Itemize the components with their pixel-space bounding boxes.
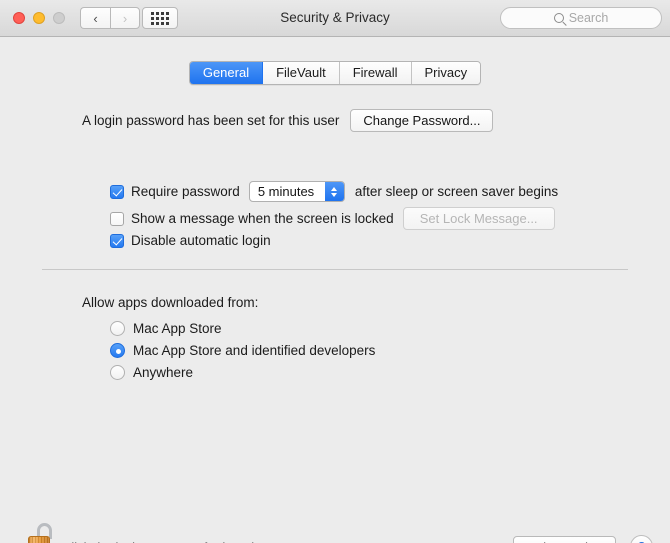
login-password-status: A login password has been set for this u… <box>82 113 340 128</box>
unlocked-padlock-icon[interactable] <box>26 523 56 543</box>
lock-message-label: Show a message when the screen is locked <box>131 211 394 226</box>
stepper-arrows-icon[interactable] <box>324 182 344 201</box>
tab-filevault[interactable]: FileVault <box>263 62 340 84</box>
tab-general[interactable]: General <box>189 62 264 84</box>
set-lock-message-button[interactable]: Set Lock Message... <box>402 207 555 230</box>
disable-automatic-login-checkbox[interactable] <box>110 233 124 248</box>
tab-privacy[interactable]: Privacy <box>411 62 481 84</box>
radio-label-anywhere: Anywhere <box>133 365 194 380</box>
radio-identified-developers[interactable] <box>110 343 125 358</box>
radio-label-identified-developers: Mac App Store and identified developers <box>133 343 376 358</box>
require-password-checkbox[interactable] <box>110 184 124 199</box>
section-divider <box>42 269 628 270</box>
disable-automatic-login-label: Disable automatic login <box>131 233 271 248</box>
search-placeholder: Search <box>568 11 609 25</box>
gatekeeper-option-mac-app-store[interactable]: Mac App Store <box>110 321 222 336</box>
radio-mac-app-store[interactable] <box>110 321 125 336</box>
require-password-delay-stepper[interactable]: 5 minutes <box>248 181 345 202</box>
tab-firewall[interactable]: Firewall <box>339 62 412 84</box>
preference-pane-content: General FileVault Firewall Privacy A log… <box>0 37 670 543</box>
disable-automatic-login-row: Disable automatic login <box>110 233 271 248</box>
require-password-delay-value: 5 minutes <box>257 184 315 199</box>
advanced-button[interactable]: Advanced... <box>513 536 616 543</box>
search-field[interactable]: Search <box>500 7 662 29</box>
change-password-button[interactable]: Change Password... <box>350 109 494 132</box>
require-password-row: Require password 5 minutes after sleep o… <box>110 181 558 202</box>
gatekeeper-option-anywhere[interactable]: Anywhere <box>110 365 193 380</box>
help-button[interactable]: ? <box>630 535 653 543</box>
lock-message-row: Show a message when the screen is locked… <box>110 207 555 230</box>
gatekeeper-section-label: Allow apps downloaded from: <box>82 295 259 310</box>
search-icon <box>553 13 564 23</box>
lock-message-checkbox[interactable] <box>110 211 124 226</box>
gatekeeper-option-identified-developers[interactable]: Mac App Store and identified developers <box>110 343 375 358</box>
title-bar: ‹ › Security & Privacy Search <box>0 0 670 37</box>
require-password-suffix: after sleep or screen saver begins <box>354 184 559 199</box>
radio-anywhere[interactable] <box>110 365 125 380</box>
security-privacy-window: ‹ › Security & Privacy Search General Fi… <box>0 0 670 543</box>
login-password-row: A login password has been set for this u… <box>82 109 494 132</box>
radio-label-mac-app-store: Mac App Store <box>133 321 222 336</box>
require-password-label: Require password <box>131 184 240 199</box>
tab-bar: General FileVault Firewall Privacy <box>0 61 670 85</box>
